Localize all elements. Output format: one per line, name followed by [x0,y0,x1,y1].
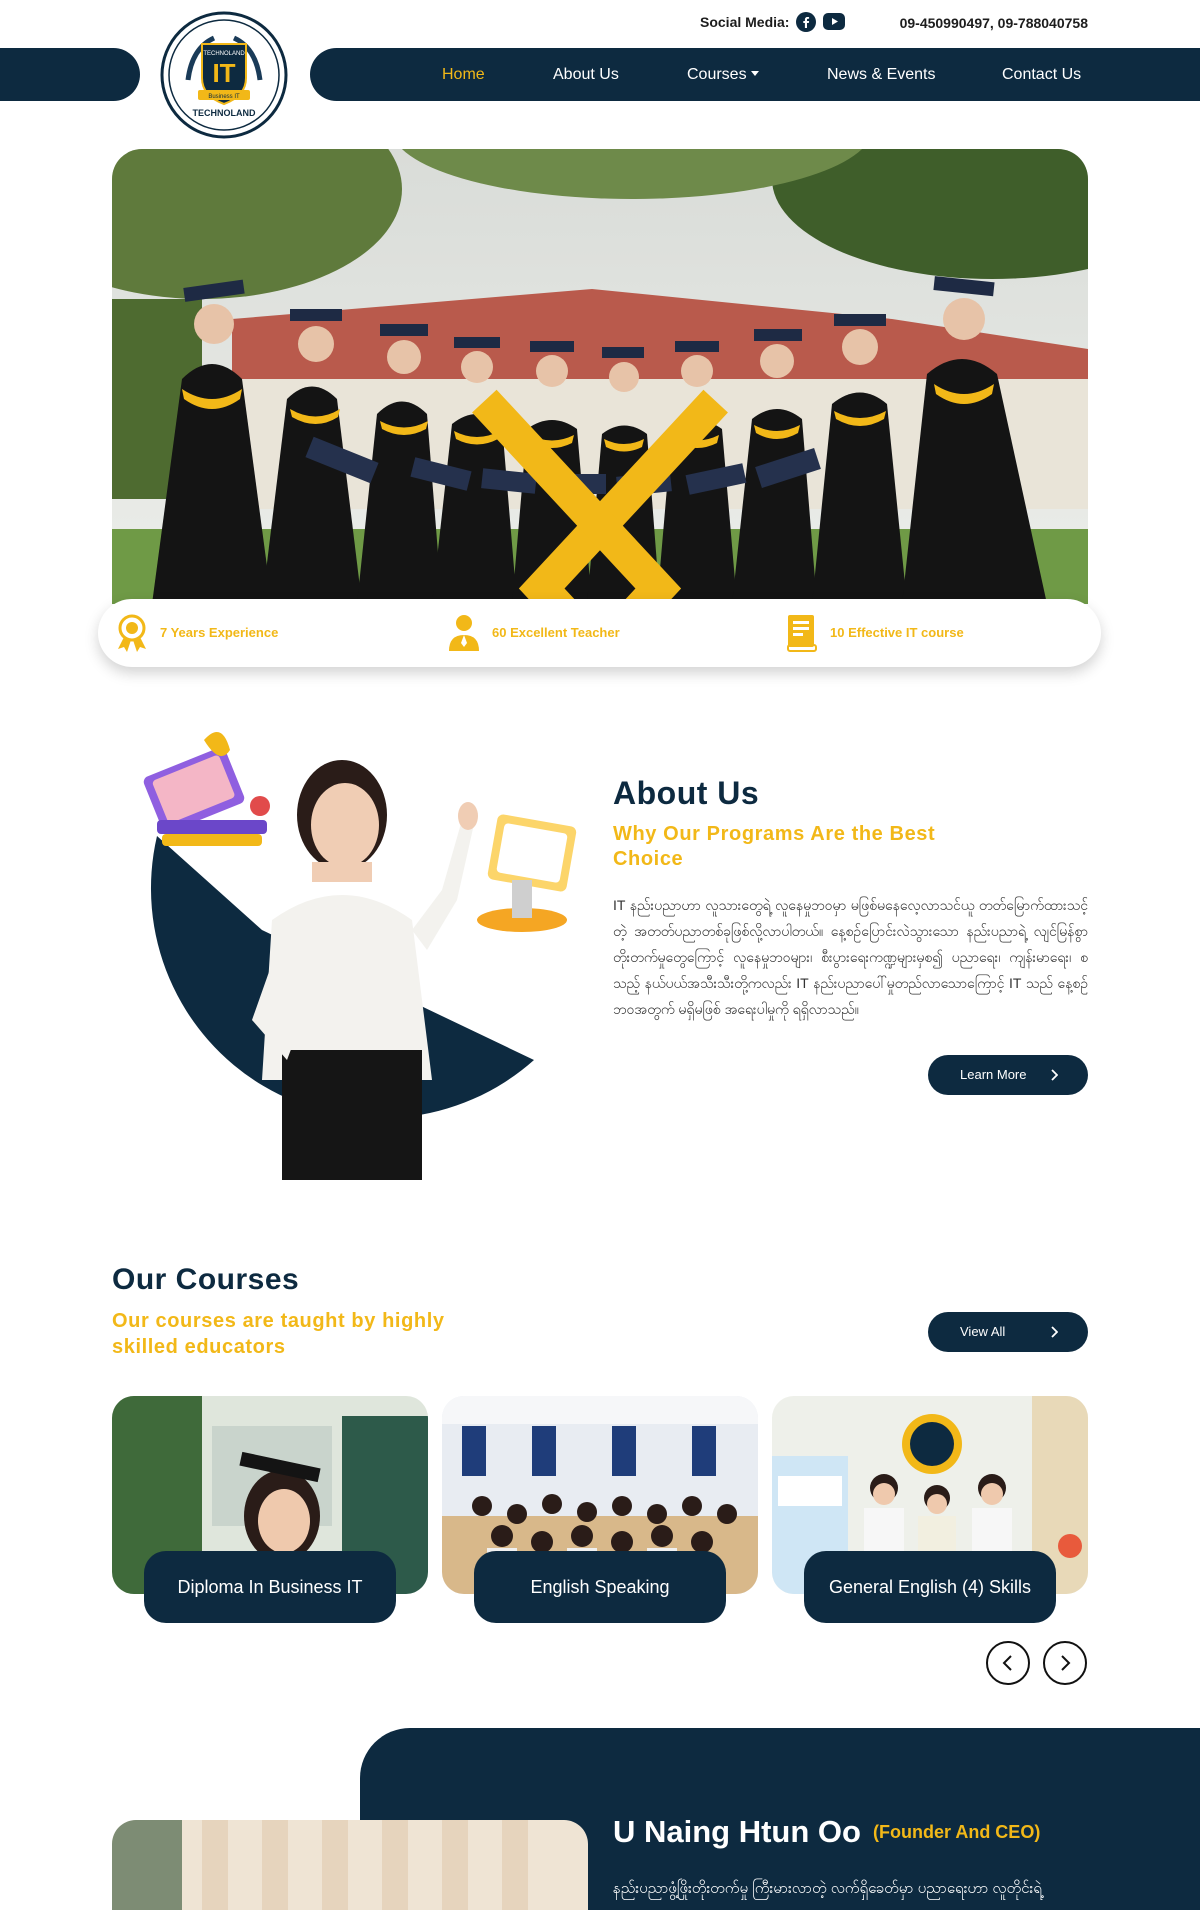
chevron-right-icon [1061,1655,1071,1671]
code-monitor-illustration [477,814,577,932]
stat-courses-label: 10 Effective IT course [830,625,964,640]
main-nav: Home About Us Courses News & Events Cont… [310,48,1200,101]
chevron-right-icon [1051,1326,1058,1338]
nav-home[interactable]: Home [442,48,485,101]
learn-more-button[interactable]: Learn More [928,1055,1088,1095]
course-label-general-english: General English (4) Skills [804,1551,1056,1623]
chevron-left-icon [1002,1655,1012,1671]
founder-photo [112,1820,588,1910]
laptop-illustration [143,732,270,846]
svg-text:TECHNOLAND: TECHNOLAND [203,51,245,57]
courses-next-button[interactable] [1043,1641,1087,1685]
nav-contact-us[interactable]: Contact Us [1002,48,1081,101]
svg-text:Business IT: Business IT [208,94,240,100]
youtube-icon[interactable] [823,13,845,30]
nav-bar-left-segment [0,48,140,101]
nav-about-us[interactable]: About Us [553,48,619,101]
book-icon [787,615,817,652]
learn-more-label: Learn More [960,1067,1027,1082]
nav-news-events[interactable]: News & Events [827,48,935,101]
courses-title: Our Courses [112,1263,300,1296]
caret-down-icon [750,70,759,76]
chevron-right-icon [1051,1069,1058,1081]
social-media-label: Social Media: [700,14,790,30]
view-all-label: View All [960,1324,1006,1339]
svg-text:TECHNOLAND: TECHNOLAND [193,108,256,118]
about-description: IT နည်းပညာဟာ လူသားတွေရဲ့ လူနေမှုဘဝမှာ မဖ… [613,897,1088,1017]
founder-role: (Founder And CEO) [873,1822,1041,1842]
stat-teachers-label: 60 Excellent Teacher [492,625,620,640]
phone-numbers[interactable]: 09-450990497, 09-788040758 [900,15,1088,31]
course-card[interactable]: Diploma In Business IT [112,1396,428,1624]
courses-prev-button[interactable] [986,1641,1030,1685]
about-subtitle: Why Our Programs Are the Best Choice [613,823,936,870]
course-card[interactable]: English Speaking [442,1396,758,1624]
hero-slider[interactable] [112,149,1088,604]
chevron-right-icon[interactable] [112,361,1066,604]
about-illustration [112,720,582,1180]
nav-courses[interactable]: Courses [687,48,759,101]
course-label-english-speaking: English Speaking [474,1551,726,1623]
award-icon [118,614,146,652]
svg-text:IT: IT [212,58,235,88]
smiling-woman-photo [252,760,478,1180]
course-label-diploma: Diploma In Business IT [144,1551,396,1623]
founder-name: U Naing Htun Oo [613,1814,861,1849]
courses-subtitle: Our courses are taught by highly skilled… [112,1310,445,1358]
about-title: About Us [613,775,760,811]
view-all-button[interactable]: View All [928,1312,1088,1352]
nav-courses-label: Courses [687,66,747,83]
stat-experience-label: 7 Years Experience [160,625,279,640]
teacher-icon [449,615,479,651]
technoland-logo[interactable]: TECHNOLAND IT Business IT TECHNOLAND [158,10,290,140]
stats-bar: 7 Years Experience 60 Excellent Teacher … [98,599,1101,667]
facebook-icon[interactable] [796,12,816,32]
founder-bio: နည်းပညာဖွံ့ဖြိုးတိုးတက်မှု ကြီးမားလာတဲ့ … [613,1880,1042,1897]
course-card[interactable]: General English (4) Skills [772,1396,1088,1624]
